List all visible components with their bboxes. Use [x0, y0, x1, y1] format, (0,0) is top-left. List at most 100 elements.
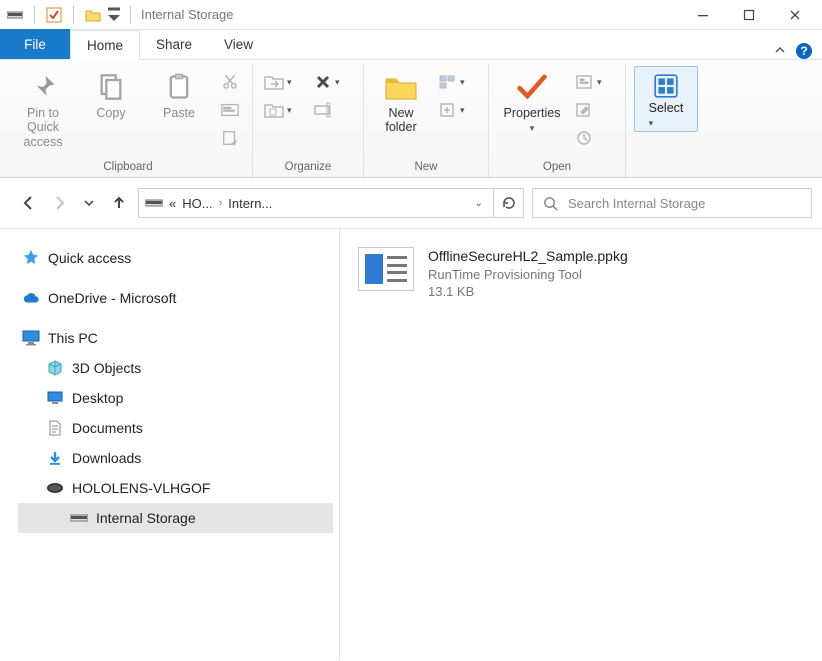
new-item-button[interactable]: ▾: [436, 70, 480, 94]
tree-documents[interactable]: Documents: [18, 413, 333, 443]
copy-label: Copy: [96, 106, 125, 120]
ribbon-group-organize: ▾ ▾ ▾ Organize: [253, 64, 364, 177]
window-controls: [680, 0, 818, 30]
download-arrow-icon: [46, 449, 64, 467]
ribbon-group-new: New folder ▾ ▾ New: [364, 64, 489, 177]
properties-button[interactable]: Properties▾: [497, 66, 567, 135]
up-button[interactable]: [108, 192, 130, 214]
edit-button[interactable]: [573, 98, 617, 122]
history-button[interactable]: [573, 126, 617, 150]
ribbon-tabs: File Home Share View ?: [0, 30, 822, 60]
tab-file[interactable]: File: [0, 29, 70, 59]
select-group-spacer: [664, 159, 667, 177]
back-button[interactable]: [18, 192, 40, 214]
address-bar[interactable]: « HO... › Intern... ⌄: [138, 188, 494, 218]
desktop-icon: [46, 389, 64, 407]
document-icon: [46, 419, 64, 437]
qat-customize-dropdown-icon[interactable]: [108, 6, 120, 24]
ribbon-group-select: Select▾: [626, 64, 712, 177]
ppkg-file-icon: [358, 247, 414, 291]
search-box[interactable]: [532, 188, 812, 218]
pin-icon: [26, 70, 60, 104]
clipboard-group-label: Clipboard: [103, 159, 152, 177]
navigation-tree: Quick access OneDrive - Microsoft This P…: [0, 229, 340, 660]
copy-to-button[interactable]: ▾: [261, 98, 305, 122]
monitor-icon: [22, 329, 40, 347]
maximize-button[interactable]: [726, 0, 772, 30]
tree-label: 3D Objects: [72, 360, 141, 376]
tree-3d-objects[interactable]: 3D Objects: [18, 353, 333, 383]
cut-button[interactable]: [216, 70, 244, 94]
paste-button[interactable]: Paste: [148, 66, 210, 120]
copy-path-button[interactable]: [216, 98, 244, 122]
minimize-button[interactable]: [680, 0, 726, 30]
folder-icon: [384, 70, 418, 104]
tab-view[interactable]: View: [208, 29, 269, 59]
tree-downloads[interactable]: Downloads: [18, 443, 333, 473]
select-grid-icon: [651, 71, 681, 101]
breadcrumb-current[interactable]: Intern...: [228, 196, 272, 211]
checkmark-icon: [515, 70, 549, 104]
tree-label: Desktop: [72, 390, 123, 406]
paste-label: Paste: [163, 106, 195, 120]
paste-shortcut-button[interactable]: [216, 126, 244, 150]
title-bar: Internal Storage: [0, 0, 822, 30]
tree-label: Internal Storage: [96, 510, 196, 526]
file-name: OfflineSecureHL2_Sample.ppkg: [428, 247, 628, 266]
address-dropdown-icon[interactable]: ⌄: [471, 198, 487, 209]
paste-icon: [162, 70, 196, 104]
breadcrumb-parent[interactable]: HO...: [182, 196, 212, 211]
rename-button[interactable]: [311, 98, 355, 122]
ribbon-group-open: Properties▾ ▾ Open: [489, 64, 626, 177]
help-icon[interactable]: ?: [796, 43, 812, 59]
tree-label: HOLOLENS-VLHGOF: [72, 480, 210, 496]
recent-locations-button[interactable]: [78, 192, 100, 214]
cube-icon: [46, 359, 64, 377]
delete-button[interactable]: ▾: [311, 70, 355, 94]
tree-quick-access[interactable]: Quick access: [18, 243, 333, 273]
checkmark-icon[interactable]: [45, 6, 63, 24]
search-input[interactable]: [566, 195, 801, 212]
tree-internal-storage[interactable]: Internal Storage: [18, 503, 333, 533]
chevron-right-icon[interactable]: ›: [219, 197, 223, 209]
explorer-body: Quick access OneDrive - Microsoft This P…: [0, 229, 822, 660]
properties-label: Properties▾: [504, 106, 561, 135]
folder-icon[interactable]: [84, 6, 102, 24]
tree-label: Documents: [72, 420, 143, 436]
tree-this-pc[interactable]: This PC: [18, 323, 333, 353]
move-to-button[interactable]: ▾: [261, 70, 305, 94]
tree-desktop[interactable]: Desktop: [18, 383, 333, 413]
drive-icon: [6, 6, 24, 24]
refresh-button[interactable]: [494, 188, 524, 218]
collapse-ribbon-button[interactable]: [774, 44, 786, 59]
cloud-icon: [22, 289, 40, 307]
pin-to-quick-access-button[interactable]: Pin to Quick access: [12, 66, 74, 149]
select-button[interactable]: Select▾: [634, 66, 698, 132]
new-folder-button[interactable]: New folder: [372, 66, 430, 135]
file-item[interactable]: OfflineSecureHL2_Sample.ppkg RunTime Pro…: [354, 243, 808, 305]
ribbon: Pin to Quick access Copy Paste: [0, 60, 822, 178]
close-button[interactable]: [772, 0, 818, 30]
copy-button[interactable]: Copy: [80, 66, 142, 120]
open-button[interactable]: ▾: [573, 70, 617, 94]
tree-hololens-device[interactable]: HOLOLENS-VLHGOF: [18, 473, 333, 503]
window-title: Internal Storage: [141, 7, 234, 22]
search-icon: [543, 196, 558, 211]
tree-label: OneDrive - Microsoft: [48, 290, 176, 306]
easy-access-button[interactable]: ▾: [436, 98, 480, 122]
drive-icon: [70, 509, 88, 527]
open-group-label: Open: [543, 159, 571, 177]
breadcrumb-ellipsis[interactable]: «: [169, 196, 176, 211]
tree-onedrive[interactable]: OneDrive - Microsoft: [18, 283, 333, 313]
tree-label: Downloads: [72, 450, 141, 466]
file-size: 13.1 KB: [428, 283, 628, 301]
new-group-label: New: [414, 159, 437, 177]
file-list: OfflineSecureHL2_Sample.ppkg RunTime Pro…: [340, 229, 822, 660]
tab-share[interactable]: Share: [140, 29, 208, 59]
new-folder-label: New folder: [372, 106, 430, 135]
copy-icon: [94, 70, 128, 104]
star-icon: [22, 249, 40, 267]
forward-button[interactable]: [48, 192, 70, 214]
tab-home[interactable]: Home: [70, 30, 140, 60]
ribbon-group-clipboard: Pin to Quick access Copy Paste: [4, 64, 253, 177]
